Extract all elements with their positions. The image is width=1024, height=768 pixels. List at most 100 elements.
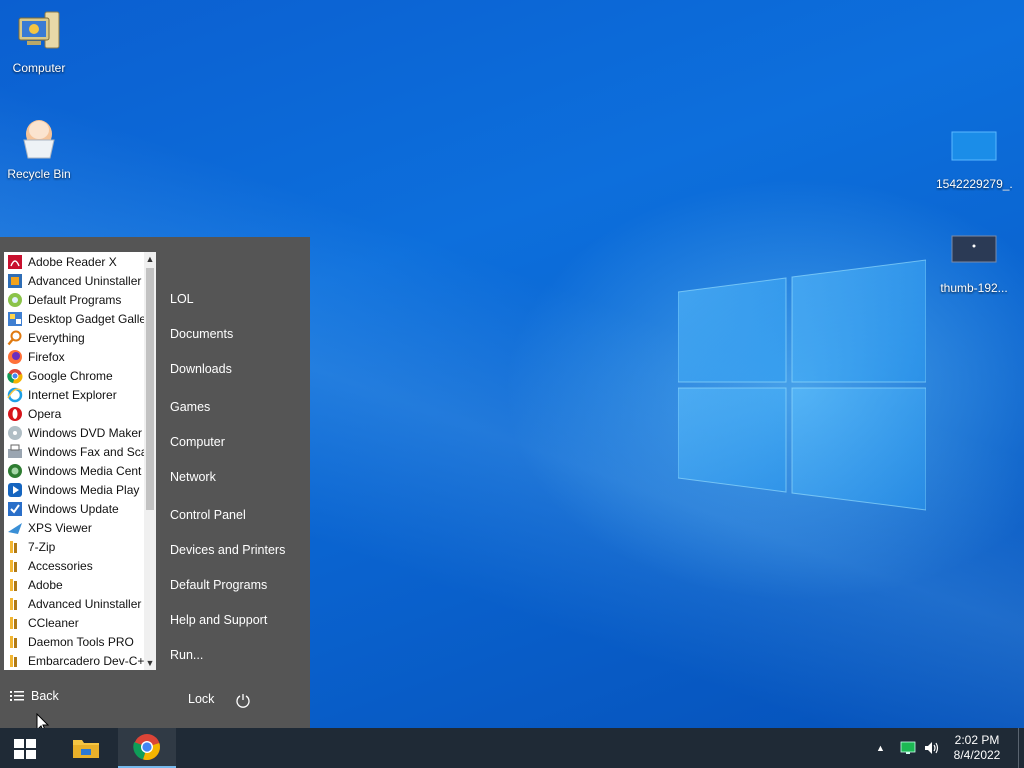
folder-icon — [7, 539, 23, 555]
windows-start-icon[interactable] — [14, 739, 36, 759]
program-item-label: Desktop Gadget Galle — [28, 311, 144, 326]
place-item[interactable]: Devices and Printers — [170, 543, 285, 557]
place-item[interactable]: Downloads — [170, 362, 232, 376]
program-item[interactable]: XPS Viewer — [4, 518, 144, 537]
program-item[interactable]: Desktop Gadget Galle — [4, 309, 144, 328]
desktop-icon-computer[interactable]: Computer — [1, 8, 77, 75]
program-item[interactable]: Google Chrome — [4, 366, 144, 385]
program-item[interactable]: Windows DVD Maker — [4, 423, 144, 442]
program-item[interactable]: Adobe — [4, 575, 144, 594]
opera-icon — [7, 406, 23, 422]
program-item-label: Embarcadero Dev-C+ — [28, 653, 144, 668]
taskbar-file-explorer[interactable] — [57, 728, 115, 768]
program-item-label: CCleaner — [28, 615, 79, 630]
desktop-icon-label: 1542229279_... — [936, 177, 1012, 191]
back-button[interactable]: Back — [10, 689, 59, 703]
system-clock[interactable]: 2:02 PM 8/4/2022 — [945, 733, 1009, 763]
program-item-label: Advanced Uninstaller — [28, 273, 142, 288]
windows-logo-wallpaper — [678, 259, 926, 511]
pdf-icon — [7, 254, 23, 270]
taskbar-google-chrome[interactable] — [118, 728, 176, 768]
folder-icon — [7, 577, 23, 593]
monitor-green-icon — [900, 741, 916, 754]
clock-date: 8/4/2022 — [953, 748, 1001, 762]
desktop-icon-label: Computer — [12, 61, 66, 75]
program-item[interactable]: Embarcadero Dev-C+ — [4, 651, 144, 670]
show-desktop-button[interactable] — [1018, 728, 1019, 768]
file-explorer-icon — [73, 740, 99, 758]
program-item[interactable]: Default Programs — [4, 290, 144, 309]
folder-icon — [7, 596, 23, 612]
program-item-label: Adobe Reader X — [28, 254, 117, 269]
tray-volume[interactable] — [924, 728, 940, 768]
program-item-label: Windows Media Cent — [28, 463, 142, 478]
place-item[interactable]: Network — [170, 470, 216, 484]
program-item-label: Default Programs — [28, 292, 122, 307]
power-icon[interactable] — [235, 692, 251, 708]
program-item-label: Everything — [28, 330, 85, 345]
tray-network[interactable] — [900, 728, 916, 768]
place-item[interactable]: Default Programs — [170, 578, 267, 592]
program-item[interactable]: Daemon Tools PRO — [4, 632, 144, 651]
desktop-icon-thumb[interactable]: thumb-192... — [936, 228, 1012, 295]
place-item[interactable]: Computer — [170, 435, 225, 449]
program-item-label: Google Chrome — [28, 368, 113, 383]
uninstaller-icon — [7, 273, 23, 289]
program-item[interactable]: Firefox — [4, 347, 144, 366]
place-item[interactable]: Run... — [170, 648, 203, 662]
scroll-up-arrow-icon[interactable]: ▲ — [144, 252, 156, 266]
scrollbar-thumb[interactable] — [146, 268, 154, 510]
xps-icon — [7, 520, 23, 536]
program-item[interactable]: Windows Media Cent — [4, 461, 144, 480]
list-icon — [10, 691, 24, 701]
update-icon — [7, 501, 23, 517]
gadget-icon — [7, 311, 23, 327]
desktop-icon-file-1542229279[interactable]: 1542229279_... — [936, 124, 1012, 191]
speaker-icon — [925, 742, 939, 754]
program-item-label: Accessories — [28, 558, 93, 573]
program-item[interactable]: Windows Fax and Sca — [4, 442, 144, 461]
folder-icon — [7, 558, 23, 574]
firefox-icon — [7, 349, 23, 365]
chevron-up-icon: ▲ — [876, 743, 885, 753]
program-list-scrollbar[interactable]: ▲ ▼ — [144, 252, 156, 670]
program-item[interactable]: 7-Zip — [4, 537, 144, 556]
program-item-label: Advanced Uninstaller — [28, 596, 142, 611]
program-item[interactable]: Advanced Uninstaller — [4, 594, 144, 613]
search-icon — [7, 330, 23, 346]
desktop-icon-recycle-bin[interactable]: Recycle Bin — [1, 114, 77, 181]
program-item[interactable]: Windows Media Play — [4, 480, 144, 499]
desktop-icon-label: Recycle Bin — [7, 167, 71, 181]
taskbar: ▲ 2:02 PM 8/4/2022 — [0, 728, 1024, 768]
program-item-label: 7-Zip — [28, 539, 56, 554]
place-item[interactable]: Documents — [170, 327, 233, 341]
media-player-icon — [7, 482, 23, 498]
folder-icon — [7, 653, 23, 669]
place-item[interactable]: LOL — [170, 292, 194, 306]
computer-icon — [18, 11, 60, 49]
program-item[interactable]: Everything — [4, 328, 144, 347]
program-item-label: Internet Explorer — [28, 387, 117, 402]
place-item[interactable]: Help and Support — [170, 613, 267, 627]
lock-button[interactable]: Lock — [188, 692, 214, 706]
place-item[interactable]: Games — [170, 400, 210, 414]
place-item[interactable]: Control Panel — [170, 508, 246, 522]
program-item-label: Windows Fax and Sca — [28, 444, 144, 459]
program-item-label: Firefox — [28, 349, 65, 364]
program-item-label: Windows Update — [28, 501, 119, 516]
program-item-label: Opera — [28, 406, 62, 421]
program-item[interactable]: Adobe Reader X — [4, 252, 144, 271]
program-item-label: Windows DVD Maker — [28, 425, 143, 440]
program-list: ▲ ▼ Adobe Reader X Advanced Uninstaller De… — [4, 252, 156, 670]
tray-overflow-button[interactable]: ▲ — [876, 728, 885, 768]
recycle-bin-icon — [23, 120, 55, 159]
ie-icon — [7, 387, 23, 403]
scroll-down-arrow-icon[interactable]: ▼ — [144, 656, 156, 670]
program-item[interactable]: Internet Explorer — [4, 385, 144, 404]
program-item[interactable]: Accessories — [4, 556, 144, 575]
program-item[interactable]: Opera — [4, 404, 144, 423]
back-label: Back — [31, 689, 59, 703]
program-item[interactable]: Advanced Uninstaller — [4, 271, 144, 290]
program-item[interactable]: CCleaner — [4, 613, 144, 632]
program-item[interactable]: Windows Update — [4, 499, 144, 518]
